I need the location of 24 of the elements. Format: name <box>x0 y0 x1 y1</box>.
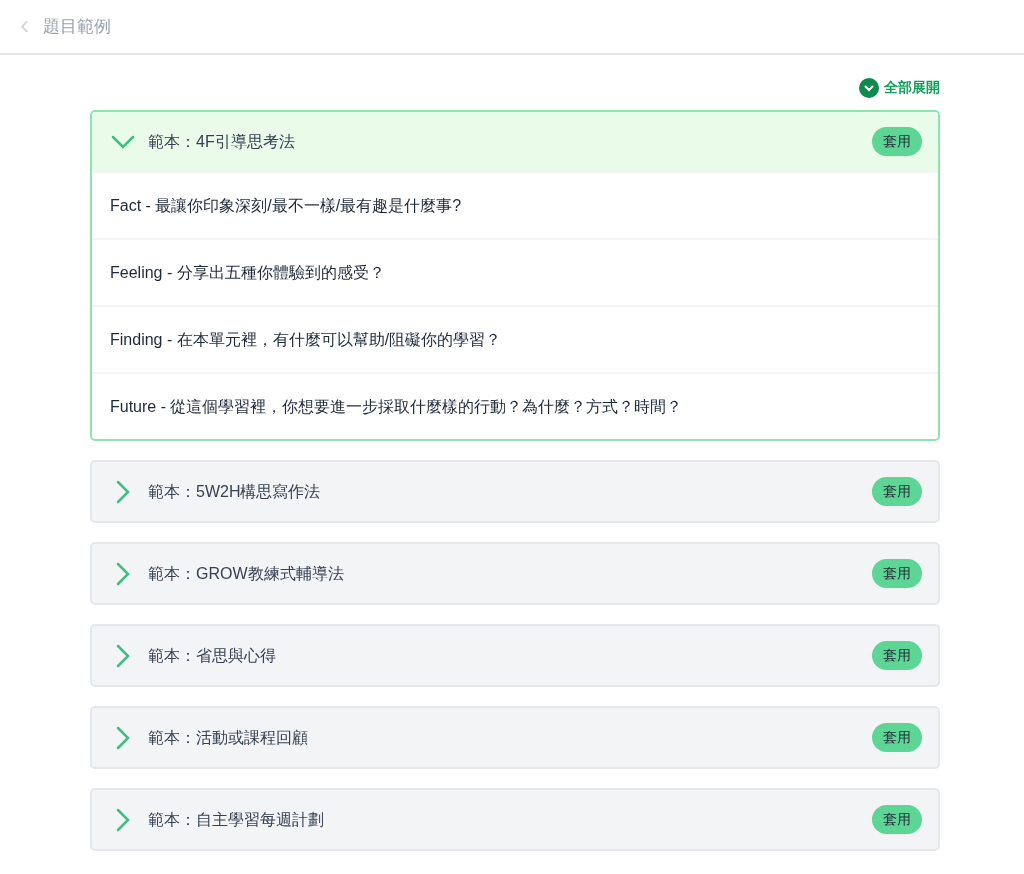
chevron-right-icon[interactable] <box>115 725 131 750</box>
chevron-down-icon[interactable] <box>111 133 135 150</box>
chevron-right-icon[interactable] <box>115 807 131 832</box>
chevron-right-icon[interactable] <box>115 479 131 504</box>
page-title: 題目範例 <box>43 15 112 38</box>
apply-button[interactable]: 套用 <box>872 723 922 752</box>
template-title: 範本：省思與心得 <box>148 645 277 666</box>
apply-button[interactable]: 套用 <box>872 805 922 834</box>
question-text: Feeling - 分享出五種你體驗到的感受？ <box>110 262 385 283</box>
apply-button[interactable]: 套用 <box>872 559 922 588</box>
question-text: Finding - 在本單元裡，有什麼可以幫助/阻礙你的學習？ <box>110 329 502 350</box>
template-title: 範本：自主學習每週計劃 <box>148 809 325 830</box>
chevron-right-icon[interactable] <box>115 643 131 668</box>
apply-button[interactable]: 套用 <box>872 127 922 156</box>
apply-button[interactable]: 套用 <box>872 477 922 506</box>
question-text: Fact - 最讓你印象深刻/最不一樣/最有趣是什麼事? <box>110 195 462 216</box>
template-title: 範本：5W2H構思寫作法 <box>148 481 322 502</box>
chevron-right-icon[interactable] <box>115 561 131 586</box>
template-title: 範本：4F引導思考法 <box>148 131 296 152</box>
chevron-down-icon <box>859 77 879 98</box>
apply-button[interactable]: 套用 <box>872 641 922 670</box>
template-title: 範本：GROW教練式輔導法 <box>148 563 345 584</box>
question-text: Future - 從這個學習裡，你想要進一步採取什麼樣的行動？為什麼？方式？時間？ <box>110 396 683 417</box>
template-title: 範本：活動或課程回顧 <box>148 727 309 748</box>
